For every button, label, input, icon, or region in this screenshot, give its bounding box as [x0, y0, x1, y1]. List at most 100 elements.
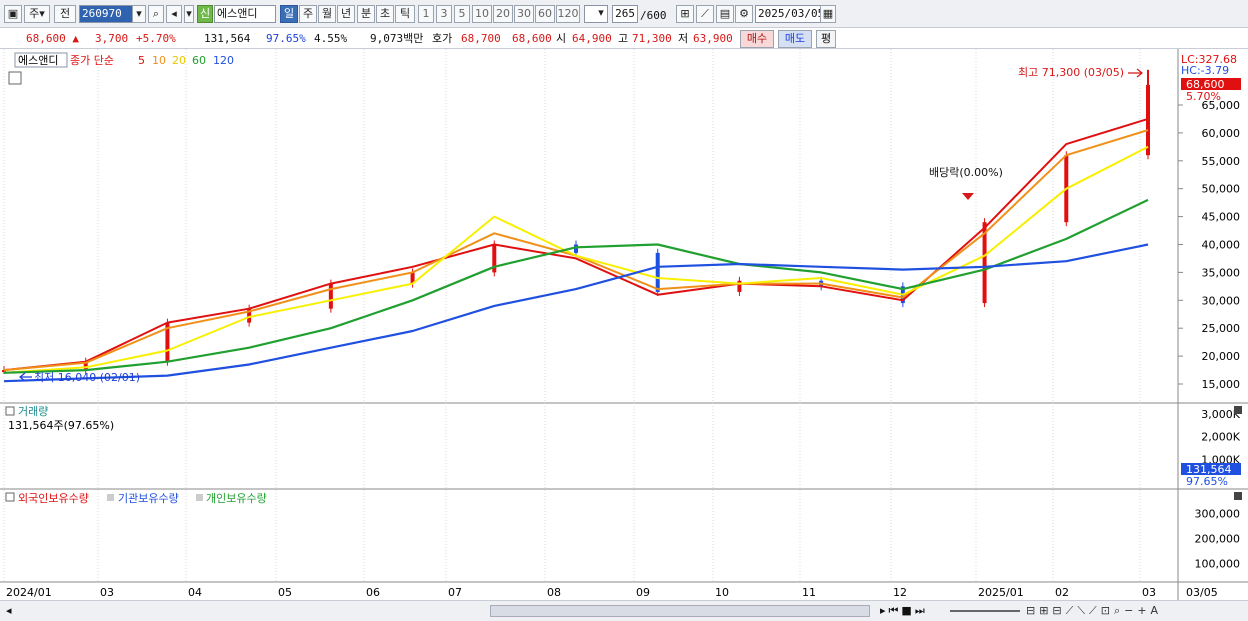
current-price-value: 68,600 — [26, 32, 66, 45]
main-toolbar: ▣ 주▾ 전 260970 ▾ ⌕ ◂ ▾ 신 에스앤디 일 주 월 년 분 초… — [0, 0, 1248, 28]
price-tick-label: 25,000 — [1202, 322, 1241, 335]
window-menu-icon[interactable]: ▣ — [4, 5, 22, 23]
prev-button[interactable]: 전 — [54, 5, 76, 23]
volume-rate-tag: 97.65% — [1186, 475, 1228, 488]
volume-value: 131,564 — [204, 32, 251, 45]
holding-panel-close-icon[interactable] — [1234, 492, 1242, 500]
period-month-button[interactable]: 월 — [318, 5, 336, 23]
ma-20-label: 20 — [172, 54, 186, 67]
volume-title: 거래량 — [18, 405, 48, 418]
chart-tools-icons[interactable]: ⊟⊞⊟⟋⟍⟋⊡⌕−+A — [1026, 604, 1162, 618]
candle-body — [655, 252, 660, 292]
low-annotation: 최저 16,040 (02/01) — [34, 371, 140, 384]
interval-5-button[interactable]: 5 — [454, 5, 470, 23]
sell-button[interactable]: 매도 — [778, 30, 812, 48]
interval-120-button[interactable]: 120 — [556, 5, 580, 23]
x-axis-label: 08 — [547, 586, 561, 599]
x-axis-label: 09 — [636, 586, 650, 599]
scroll-thumb[interactable] — [490, 605, 870, 617]
shin-badge: 신 — [197, 5, 213, 23]
save-icon[interactable]: ▤ — [716, 5, 734, 23]
price-tick-label: 30,000 — [1202, 294, 1241, 307]
interval-20-button[interactable]: 20 — [493, 5, 513, 23]
table-toggle-icon[interactable] — [8, 71, 22, 85]
legend-individual: 개인보유수량 — [206, 492, 267, 505]
date-input[interactable]: 2025/03/05 — [755, 5, 825, 23]
evaluate-button[interactable]: 평 — [816, 30, 836, 48]
x-axis-label: 03 — [1142, 586, 1156, 599]
quote-bar: 68,600 ▲ 3,700 +5.70% 131,564 97.65% 4.5… — [0, 28, 1248, 49]
current-price: 68,600 ▲ — [26, 32, 79, 45]
open-label: 시 — [556, 32, 567, 45]
bid-price: 68,600 — [512, 32, 552, 45]
x-axis-label: 04 — [188, 586, 202, 599]
x-axis-label: 06 — [366, 586, 380, 599]
trade-amount: 9,073백만 — [370, 32, 424, 45]
interval-10-button[interactable]: 10 — [472, 5, 492, 23]
candle-body — [328, 283, 333, 309]
volume-subtitle: 131,564주(97.65%) — [8, 419, 114, 432]
period-year-button[interactable]: 년 — [337, 5, 355, 23]
speaker-dropdown-icon[interactable]: ▾ — [184, 5, 194, 23]
chart-canvas[interactable]: 65,00060,00055,00050,00045,00040,00035,0… — [0, 49, 1248, 600]
price-tick-label: 40,000 — [1202, 239, 1241, 252]
x-axis-label: 10 — [715, 586, 729, 599]
bottom-scrollbar[interactable]: ◂ ▸⏮■⏭ ⊟⊞⊟⟋⟍⟋⊡⌕−+A — [0, 600, 1248, 621]
buy-button[interactable]: 매수 — [740, 30, 774, 48]
period-day-button[interactable]: 일 — [280, 5, 298, 23]
x-axis-label: 2025/01 — [978, 586, 1024, 599]
period-tick-button[interactable]: 틱 — [395, 5, 415, 23]
market-type-select[interactable]: 주▾ — [24, 5, 50, 23]
x-axis-label: 12 — [893, 586, 907, 599]
low-label: 저 — [678, 32, 689, 45]
low-price: 63,900 — [693, 32, 733, 45]
interval-3-button[interactable]: 3 — [436, 5, 452, 23]
speaker-icon[interactable]: ◂ — [166, 5, 182, 23]
price-tick-label: 50,000 — [1202, 183, 1241, 196]
price-tick-label: 15,000 — [1202, 378, 1241, 391]
ma-5-label: 5 — [138, 54, 145, 67]
bid-label: 호가 — [432, 32, 453, 45]
period-week-button[interactable]: 주 — [299, 5, 317, 23]
x-axis-label: 2024/01 — [6, 586, 52, 599]
interval-30-button[interactable]: 30 — [514, 5, 534, 23]
x-axis-label: 02 — [1055, 586, 1069, 599]
stock-code-input[interactable]: 260970 — [79, 5, 137, 23]
count-input[interactable]: 265 — [612, 5, 638, 23]
draw-line-icon[interactable]: ⟋ — [696, 5, 714, 23]
price-change: 3,700 — [95, 32, 129, 45]
x-axis-label: 11 — [802, 586, 816, 599]
volume-panel-close-icon[interactable] — [1234, 406, 1242, 414]
turnover-rate: 4.55% — [314, 32, 348, 45]
price-tick-label: 45,000 — [1202, 211, 1241, 224]
period-minute-button[interactable]: 분 — [357, 5, 375, 23]
interval-dropdown-icon[interactable]: ▾ — [595, 5, 607, 23]
price-tick-label: 20,000 — [1202, 350, 1241, 363]
holding-tick-label: 100,000 — [1195, 558, 1241, 571]
price-tick-label: 55,000 — [1202, 155, 1241, 168]
count-total: /600 — [640, 9, 667, 22]
candle-body — [737, 280, 742, 292]
zoom-slider[interactable] — [950, 610, 1020, 612]
playback-controls[interactable]: ▸⏮■⏭ — [880, 604, 928, 618]
ask-price: 68,700 — [461, 32, 501, 45]
search-icon[interactable]: ⌕ — [148, 5, 164, 23]
x-end-label: 03/05 — [1186, 586, 1218, 599]
ma-title: 종가 단순 — [70, 54, 114, 67]
chart-tool-icon[interactable]: ⊞ — [676, 5, 694, 23]
period-second-button[interactable]: 초 — [376, 5, 394, 23]
holding-tick-label: 300,000 — [1195, 508, 1241, 521]
legend-institution: 기관보유수량 — [118, 492, 179, 505]
market-type-label: 주 — [29, 7, 40, 20]
x-axis-label: 07 — [448, 586, 462, 599]
ma-120-label: 120 — [213, 54, 234, 67]
x-axis-label: 05 — [278, 586, 292, 599]
code-dropdown-icon[interactable]: ▾ — [132, 5, 146, 23]
scroll-left-icon[interactable]: ◂ — [6, 604, 12, 617]
x-axis-label: 03 — [100, 586, 114, 599]
interval-1-button[interactable]: 1 — [418, 5, 434, 23]
calendar-icon[interactable]: ▦ — [820, 5, 836, 23]
stock-name-field: 에스앤디 — [214, 5, 276, 23]
interval-60-button[interactable]: 60 — [535, 5, 555, 23]
gear-icon[interactable]: ⚙ — [735, 5, 753, 23]
